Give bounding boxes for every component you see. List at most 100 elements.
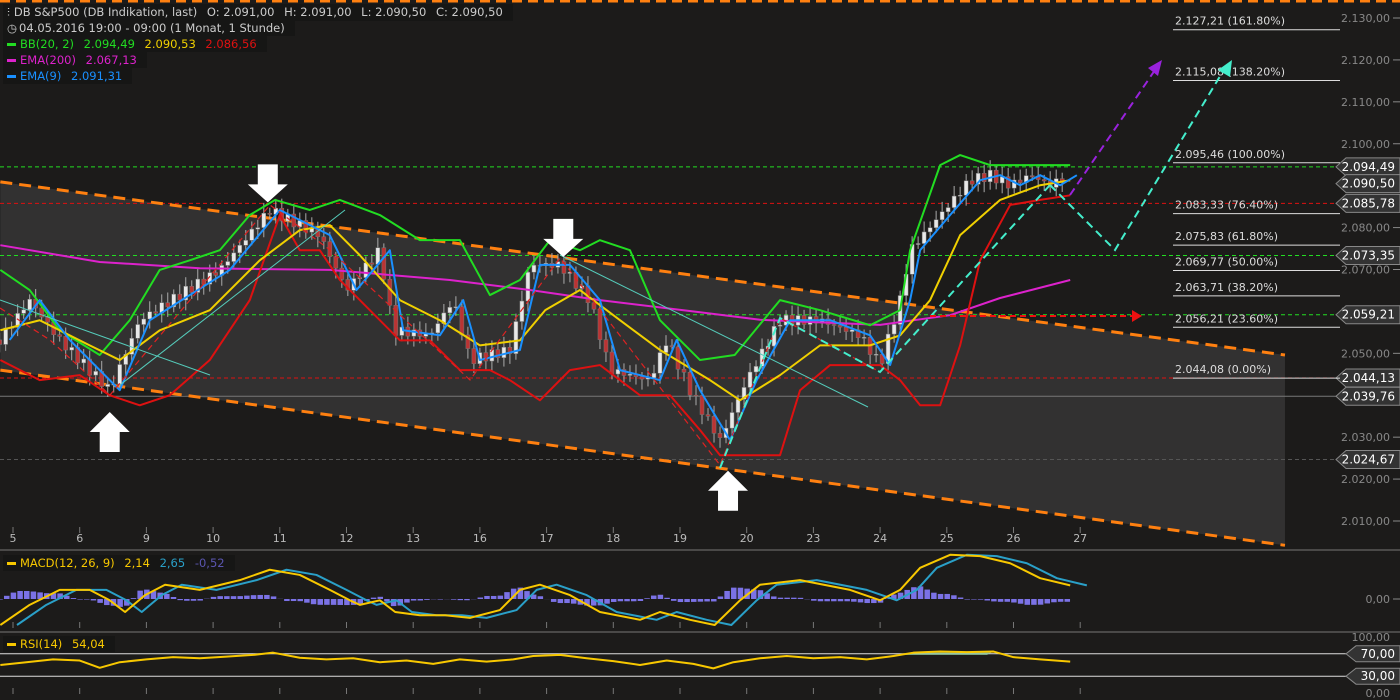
macd-histogram-bar <box>504 592 510 599</box>
candle <box>945 207 951 212</box>
candle <box>231 252 237 262</box>
macd-label: MACD(12, 26, 9) <box>20 556 115 570</box>
bb-lower-value: 2.086,56 <box>205 37 257 51</box>
candle <box>3 327 8 345</box>
macd-histogram-bar <box>310 599 317 605</box>
ema200-legend[interactable]: EMA(200) 2.067,13 <box>3 52 147 68</box>
candle <box>201 278 207 285</box>
x-tick-label: 12 <box>340 532 354 545</box>
macd-histogram-bar <box>791 597 797 599</box>
candle <box>141 318 146 325</box>
price-tag-label: 2.090,50 <box>1342 177 1395 191</box>
x-tick-label: 18 <box>606 532 620 545</box>
candle <box>21 309 26 314</box>
candle <box>609 351 615 375</box>
candle <box>1041 179 1047 182</box>
x-tick-label: 5 <box>10 532 17 545</box>
macd-histogram-bar <box>230 596 237 599</box>
bb-swatch-icon <box>7 43 16 46</box>
ema200-swatch-icon <box>7 59 16 62</box>
price-chart[interactable]: 2.130,002.120,002.110,002.100,002.090,00… <box>0 0 1400 700</box>
ema200-label: EMA(200) <box>20 53 76 67</box>
candle <box>927 227 933 233</box>
low-value: L: 2.090,50 <box>361 5 427 19</box>
price-tag-label: 2.094,49 <box>1342 160 1395 174</box>
x-tick-label: 10 <box>206 532 220 545</box>
macd-histogram-bar <box>924 589 930 599</box>
macd-histogram-bar <box>1031 599 1037 605</box>
candle <box>213 272 219 276</box>
rsi-label: RSI(14) <box>20 637 63 651</box>
price-tag-label: 2.073,35 <box>1342 248 1395 262</box>
candle <box>363 262 369 278</box>
macd-histogram-bar <box>497 595 504 599</box>
candle <box>1029 175 1035 178</box>
bb-legend[interactable]: BB(20, 2) 2.094,49 2.090,53 2.086,56 <box>3 36 267 52</box>
candle <box>117 364 122 385</box>
candle <box>57 334 62 337</box>
arrow-up-icon <box>708 470 749 511</box>
price-tag-label: 2.024,67 <box>1342 453 1395 467</box>
chart-settings-icon[interactable]: ⫶ <box>7 5 10 19</box>
macd-histogram-bar <box>0 599 3 600</box>
candle <box>603 339 609 353</box>
fib-level-label: 2.075,83 (61.80%) <box>1175 230 1278 243</box>
macd-histogram-bar <box>717 596 724 599</box>
macd-histogram-bar <box>377 596 384 599</box>
candle <box>153 311 158 314</box>
macd-hist-value: -0,52 <box>194 556 225 570</box>
fib-level-label: 2.083,33 (76.40%) <box>1175 199 1278 212</box>
macd-histogram-bar <box>10 592 17 599</box>
candle <box>369 262 375 265</box>
price-tag-label: 2.044,13 <box>1342 371 1395 385</box>
macd-legend[interactable]: MACD(12, 26, 9) 2,14 2,65 -0,52 <box>3 555 235 571</box>
candle <box>237 245 243 254</box>
y-tick-label: 2.020,00 <box>1341 473 1390 486</box>
candle <box>933 219 939 228</box>
macd-histogram-bar <box>1064 599 1071 602</box>
candle <box>63 336 68 351</box>
rsi-axis-label: 0,00 <box>1366 687 1391 700</box>
ema9-swatch-icon <box>7 75 16 78</box>
rsi-level-label: 70,00 <box>1361 647 1395 661</box>
macd-histogram-bar <box>264 594 270 599</box>
arrow-down-icon <box>247 164 288 203</box>
macd-histogram-bar <box>330 599 337 605</box>
macd-histogram-bar <box>210 596 217 599</box>
bb-middle-value: 2.090,53 <box>144 37 196 51</box>
y-tick-label: 2.100,00 <box>1341 138 1390 151</box>
macd-histogram-bar <box>244 595 250 599</box>
macd-histogram-bar <box>604 599 610 604</box>
macd-histogram-bar <box>17 590 23 599</box>
macd-histogram-bar <box>670 599 677 601</box>
macd-histogram-bar <box>831 599 837 602</box>
macd-histogram-bar <box>297 599 303 602</box>
candle <box>189 286 195 293</box>
macd-histogram-bar <box>410 599 417 601</box>
candle <box>963 180 969 196</box>
candle <box>261 213 267 228</box>
candle <box>711 416 717 434</box>
candle <box>777 324 783 327</box>
y-tick-label: 2.120,00 <box>1341 54 1390 67</box>
candle <box>891 324 897 335</box>
macd-histogram-bar <box>864 599 870 604</box>
candle <box>135 324 140 339</box>
macd-histogram-bar <box>177 599 183 601</box>
macd-histogram-bar <box>944 593 950 599</box>
candle <box>699 395 705 415</box>
fib-level-label: 2.127,21 (161.80%) <box>1175 15 1285 28</box>
x-tick-label: 25 <box>940 532 954 545</box>
macd-signal-value: 2,65 <box>159 556 186 570</box>
macd-histogram-bar <box>677 599 684 603</box>
price-tag-label: 2.039,76 <box>1342 389 1395 403</box>
ema9-legend[interactable]: EMA(9) 2.091,31 <box>3 68 133 84</box>
candle <box>861 337 867 339</box>
candle <box>987 169 993 182</box>
macd-histogram-bar <box>1004 599 1010 602</box>
rsi-legend[interactable]: RSI(14) 54,04 <box>3 636 115 652</box>
x-tick-label: 9 <box>143 532 150 545</box>
macd-histogram-bar <box>971 599 977 600</box>
macd-histogram-bar <box>77 599 83 600</box>
macd-histogram-bar <box>1024 599 1031 605</box>
